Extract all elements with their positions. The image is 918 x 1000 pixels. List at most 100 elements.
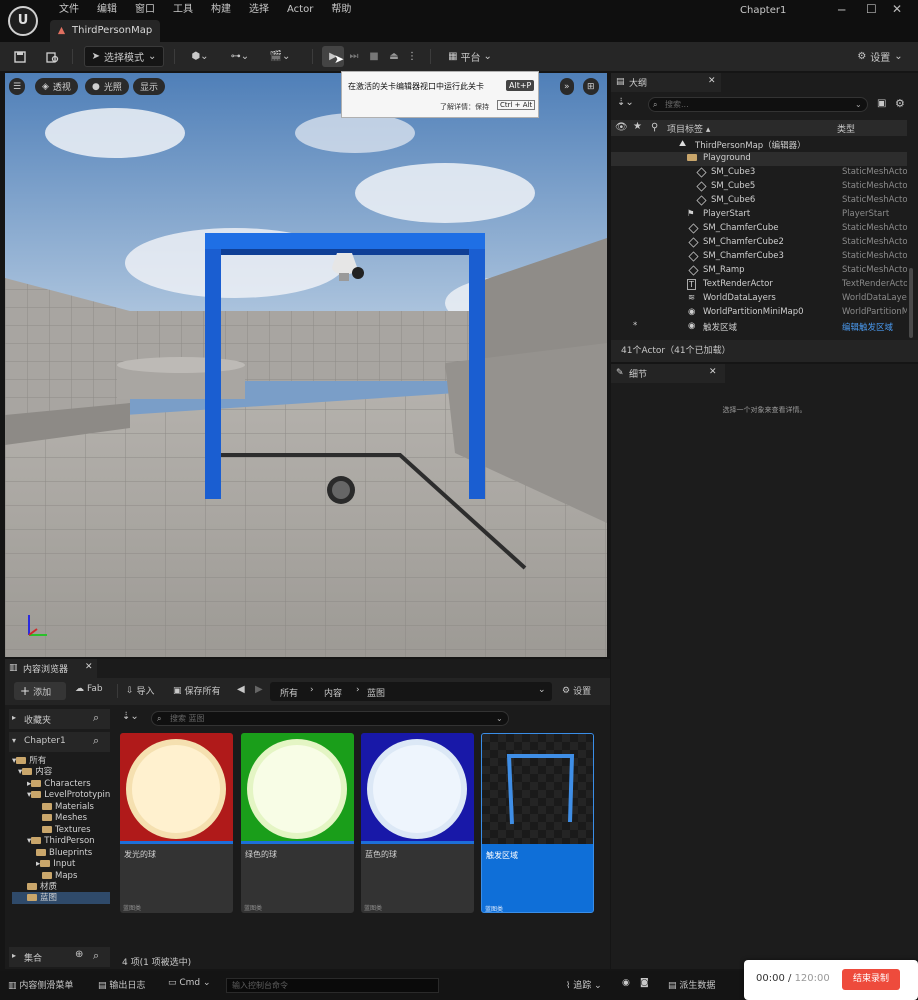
select-mode-dropdown[interactable]: ➤ 选择模式 ⌄ xyxy=(84,46,164,67)
outliner-search-input[interactable]: ⌕ 搜索... ⌄ xyxy=(648,97,868,112)
add-collection-icon[interactable]: ⊕ xyxy=(75,949,83,960)
search-icon[interactable]: ⌕ xyxy=(93,711,99,725)
cinematics-icon[interactable]: 🎬⌄ xyxy=(266,46,294,67)
menu-file[interactable]: 文件 xyxy=(50,3,88,17)
screenshot-icon[interactable]: ◙ xyxy=(640,978,649,988)
menu-edit[interactable]: 编辑 xyxy=(88,3,126,17)
advance-frame-icon[interactable]: ⏭ xyxy=(345,46,363,67)
import-button[interactable]: ⇩ 导入 xyxy=(126,684,155,698)
viewport-layout-icon[interactable]: ⊞ xyxy=(583,78,599,95)
outliner-row[interactable]: SM_ChamferCube3 StaticMeshActor xyxy=(611,250,907,264)
outliner-row[interactable]: ⚑ PlayerStart PlayerStart xyxy=(611,208,907,222)
forward-icon[interactable]: ▶ xyxy=(255,684,263,695)
back-icon[interactable]: ◀ xyxy=(237,684,245,695)
menu-tools[interactable]: 工具 xyxy=(164,3,202,17)
tree-item[interactable]: ▾ 内容 xyxy=(18,766,52,778)
settings-dropdown[interactable]: ⚙ 设置 ⌄ xyxy=(850,46,910,67)
stop-icon[interactable]: ■ xyxy=(365,46,383,67)
content-browser-tab[interactable]: ▥ 内容浏览器 ✕ xyxy=(5,659,97,678)
gear-icon[interactable]: ⚙ xyxy=(895,97,905,110)
add-button[interactable]: + 添加 xyxy=(14,682,66,700)
asset-tile-selected[interactable]: 触发区域 蓝图类 xyxy=(481,733,594,913)
filter-dropdown-icon[interactable]: ⇣⌄ xyxy=(617,97,634,108)
outliner-row[interactable]: * ◉ 触发区域 编辑触发区域 xyxy=(611,320,907,334)
close-tab-icon[interactable]: ✕ xyxy=(85,662,93,672)
outliner-row[interactable]: SM_Ramp StaticMeshActor xyxy=(611,264,907,278)
tree-item[interactable]: ▾ LevelPrototyping xyxy=(27,789,110,801)
new-folder-icon[interactable]: ▣ xyxy=(877,98,886,109)
favorites-header[interactable]: ▸ 收藏夹 ⌕ xyxy=(9,709,110,729)
breadcrumb-item[interactable]: 内容 xyxy=(324,686,342,699)
stop-recording-button[interactable]: 结束录制 xyxy=(842,969,900,990)
menu-help[interactable]: 帮助 xyxy=(322,3,360,17)
outliner-row[interactable]: ⛰ ThirdPersonMap（编辑器） xyxy=(611,138,907,152)
col-type[interactable]: 类型 xyxy=(837,122,855,135)
asset-tile[interactable]: 绿色的球 蓝图类 xyxy=(241,733,354,913)
minimize-icon[interactable]: ─ xyxy=(838,3,845,17)
filter-dropdown-icon[interactable]: ⇣⌄ xyxy=(122,711,139,722)
play-options-icon[interactable]: ⋮ xyxy=(406,46,418,67)
derived-data-button[interactable]: ▤ 派生数据 xyxy=(668,978,715,991)
asset-tile[interactable]: 蓝色的球 蓝图类 xyxy=(361,733,474,913)
cmd-dropdown[interactable]: ▭ Cmd ⌄ xyxy=(168,978,211,988)
level-tab[interactable]: ThirdPersonMap xyxy=(50,20,160,42)
tree-item-selected[interactable]: 蓝图 xyxy=(12,892,110,904)
close-tab-icon[interactable]: ✕ xyxy=(708,76,716,86)
save-all-button[interactable]: ▣ 保存所有 xyxy=(173,684,221,698)
console-input[interactable]: 输入控制台命令 xyxy=(226,978,439,993)
viewport-menu-icon[interactable]: ☰ xyxy=(9,78,26,95)
trace-dropdown[interactable]: ⌇ 追踪 ⌄ xyxy=(566,978,602,991)
outliner-row[interactable]: T TextRenderActor TextRenderActor xyxy=(611,278,907,292)
level-viewport[interactable]: ☰ ◈ 透视 ● 光照 显示 » ⊞ xyxy=(5,73,607,657)
platform-dropdown[interactable]: ▦ 平台 ⌄ xyxy=(442,46,498,67)
show-dropdown[interactable]: 显示 xyxy=(133,78,166,95)
menu-window[interactable]: 窗口 xyxy=(126,3,164,17)
project-header[interactable]: ▾ Chapter1 ⌕ xyxy=(9,732,110,752)
perspective-dropdown[interactable]: ◈ 透视 xyxy=(35,78,78,95)
content-drawer-button[interactable]: ▥ 内容侧滑菜单 xyxy=(8,978,73,991)
eject-icon[interactable]: ⏏ xyxy=(385,46,403,67)
visibility-icon[interactable]: 👁 xyxy=(615,122,628,133)
unreal-logo-icon[interactable]: U xyxy=(8,6,38,36)
outliner-row[interactable]: Playground xyxy=(611,152,907,166)
pin-icon[interactable]: ★ xyxy=(633,121,642,132)
record-icon[interactable]: ◉ xyxy=(622,978,630,988)
outliner-row[interactable]: ◉WorldPartitionMiniMap0WorldPartitionMin… xyxy=(611,306,907,320)
expand-toolbar-icon[interactable]: » xyxy=(560,78,574,95)
output-log-button[interactable]: ▤ 输出日志 xyxy=(98,978,145,991)
close-tab-icon[interactable]: ✕ xyxy=(709,367,717,377)
blueprint-icon[interactable]: ⊶⌄ xyxy=(226,46,254,67)
asset-tile[interactable]: 发光的球 蓝图类 xyxy=(120,733,233,913)
lock-icon[interactable]: ⚲ xyxy=(651,122,658,133)
tree-item[interactable]: ▸ Input xyxy=(36,858,75,870)
maximize-icon[interactable]: ☐ xyxy=(866,2,877,16)
menu-build[interactable]: 构建 xyxy=(202,3,240,17)
menu-select[interactable]: 选择 xyxy=(240,3,278,17)
chevron-down-icon[interactable]: ⌄ xyxy=(538,685,546,695)
outliner-row[interactable]: SM_Cube3 StaticMeshActor xyxy=(611,166,907,180)
asset-search-input[interactable]: ⌕ 搜索 蓝图 ⌄ xyxy=(151,711,509,726)
add-actor-icon[interactable]: ⬢⌄ xyxy=(186,46,214,67)
collections-header[interactable]: ▸ 集合 ⊕ ⌕ xyxy=(9,947,110,967)
fab-button[interactable]: ☁ Fab xyxy=(75,684,103,694)
close-window-icon[interactable]: ✕ xyxy=(892,2,902,16)
tree-item[interactable]: Meshes xyxy=(42,812,87,824)
breadcrumb-item[interactable]: 所有 xyxy=(280,686,298,699)
browse-icon[interactable] xyxy=(42,46,62,67)
outliner-scrollbar[interactable] xyxy=(909,268,913,338)
menu-actor[interactable]: Actor xyxy=(278,3,322,17)
lighting-dropdown[interactable]: ● 光照 xyxy=(85,78,129,95)
outliner-row[interactable]: ≋WorldDataLayersWorldDataLayers xyxy=(611,292,907,306)
outliner-row[interactable]: SM_Cube5 StaticMeshActor xyxy=(611,180,907,194)
tree-item[interactable]: ▾ ThirdPerson xyxy=(27,835,95,847)
outliner-row[interactable]: SM_ChamferCube StaticMeshActor xyxy=(611,222,907,236)
breadcrumb-item[interactable]: 蓝图 xyxy=(367,686,385,699)
search-icon[interactable]: ⌕ xyxy=(93,734,99,748)
save-icon[interactable] xyxy=(10,46,30,67)
details-tab[interactable]: ✎ 细节 ✕ xyxy=(611,364,725,383)
search-icon[interactable]: ⌕ xyxy=(93,949,99,963)
outliner-row[interactable]: SM_Cube6 StaticMeshActor xyxy=(611,194,907,208)
cb-settings-button[interactable]: ⚙ 设置 xyxy=(562,684,591,698)
outliner-tab[interactable]: ▤ 大纲 ✕ xyxy=(611,73,721,92)
col-label[interactable]: 项目标签 ▴ xyxy=(667,122,710,135)
